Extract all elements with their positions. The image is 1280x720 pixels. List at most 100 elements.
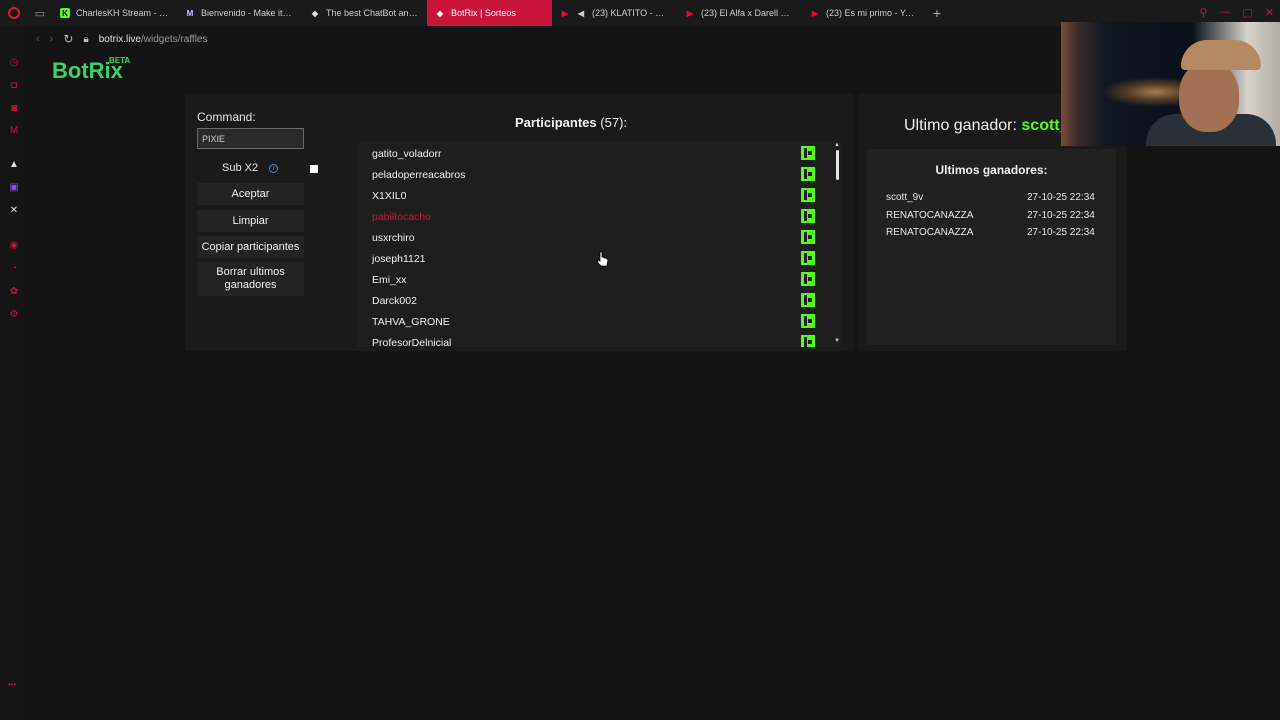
page-content: BotRix BETA Command: Sub X2 i Aceptar Li… <box>28 52 1280 720</box>
url-path: /widgets/raffles <box>140 33 208 45</box>
reload-icon[interactable]: ↻ <box>63 32 73 46</box>
participant-row[interactable]: X1XIL0 <box>372 185 827 206</box>
participants-list[interactable]: ▲ ▼ gatito_voladorr peladoperreacabros X1X… <box>357 142 841 347</box>
mouse-cursor-icon <box>597 251 609 267</box>
accept-button[interactable]: Aceptar <box>197 183 304 205</box>
messenger-icon[interactable]: ◙ <box>8 102 20 114</box>
browser-tab[interactable]: ▶ ◀ (23) KLATITO - VAMO... <box>552 0 677 26</box>
botrix-icon: ◆ <box>311 8 319 18</box>
scroll-up-icon[interactable]: ▲ <box>834 142 840 148</box>
youtube-icon: ▶ <box>686 8 694 18</box>
winner-name: RENATOCANAZZA <box>886 210 974 221</box>
participant-row[interactable]: pabiltocacho <box>372 206 827 227</box>
browser-tab-active[interactable]: ◆ BotRix | Sorteos <box>427 0 552 26</box>
url-host: botrix.live <box>98 33 141 45</box>
tab-label: (23) KLATITO - VAMO... <box>592 8 669 18</box>
recent-winners-box: Ultimos ganadores: scott_9v 27-10-25 22:… <box>867 149 1116 345</box>
delete-winners-label-2: ganadores <box>224 279 277 291</box>
x-icon[interactable]: ✕ <box>8 204 20 216</box>
participant-row[interactable]: Darck002 <box>372 290 827 311</box>
shopping-icon[interactable]: ◘ <box>8 79 20 91</box>
browser-tab[interactable]: ◆ The best ChatBot and W... <box>302 0 427 26</box>
delete-winners-button[interactable]: Borrar ultimos ganadores <box>197 262 304 296</box>
scroll-down-icon[interactable]: ▼ <box>834 338 840 344</box>
make-it-meme-icon: M <box>186 8 194 18</box>
webcam-person-face <box>1179 62 1239 132</box>
participant-name: ProfesorDelnicial <box>372 337 452 347</box>
sub-x2-label: Sub X2 <box>222 162 259 174</box>
kick-icon <box>801 167 815 181</box>
kick-icon <box>801 251 815 265</box>
participant-row[interactable]: TAHVA_GRONE <box>372 311 827 332</box>
mail-icon[interactable]: M <box>8 124 20 136</box>
info-icon[interactable]: i <box>269 164 278 173</box>
url-field[interactable]: botrix.live/widgets/raffles <box>99 34 208 45</box>
winner-name: RENATOCANAZZA <box>886 227 974 238</box>
participants-count: (57): <box>600 115 628 130</box>
clear-button[interactable]: Limpiar <box>197 210 304 232</box>
maximize-icon[interactable]: ▢ <box>1242 6 1252 19</box>
last-winner-label: Ultimo ganador: <box>904 117 1017 134</box>
participant-name: peladoperreacabros <box>372 169 466 181</box>
tab-switcher-icon[interactable]: ▭ <box>28 0 52 26</box>
list-scrollbar[interactable]: ▲ ▼ <box>833 142 841 347</box>
tab-label: (23) Es mi primo - YouTub... <box>826 8 919 18</box>
twitch-icon[interactable]: ▣ <box>8 181 20 193</box>
tab-label: CharlesKH Stream - Kick <box>76 8 169 18</box>
minimize-icon[interactable]: — <box>1219 6 1230 19</box>
participant-name: joseph1121 <box>372 253 426 265</box>
command-input[interactable] <box>197 128 304 149</box>
search-icon[interactable]: ⚲ <box>1199 6 1207 19</box>
participant-name: Darck002 <box>372 295 417 307</box>
participant-row[interactable]: ProfesorDelnicial <box>372 332 827 347</box>
browser-sidebar: ◷ ◘ ◙ M ▲ ▣ ✕ ◉ ◔ ✿ ⚙ <box>0 26 28 720</box>
browser-tab[interactable]: ▶ (23) El Alfa x Darell x Nor... <box>677 0 802 26</box>
tab-label: Bienvenido - Make it Meme <box>201 8 294 18</box>
copy-participants-button[interactable]: Copiar participantes <box>197 236 304 258</box>
raffle-panel: Command: Sub X2 i Aceptar Limpiar Copiar… <box>185 94 853 351</box>
speed-dial-icon[interactable]: ◷ <box>8 56 20 68</box>
winner-date: 27-10-25 22:34 <box>1027 192 1095 203</box>
winner-name: scott_9v <box>886 192 924 203</box>
new-tab-icon[interactable]: + <box>927 5 947 21</box>
history-icon[interactable]: ◔ <box>8 262 20 274</box>
webcam-overlay <box>1061 22 1280 146</box>
sub-x2-checkbox[interactable] <box>310 165 318 173</box>
browser-tab[interactable]: ▶ (23) Es mi primo - YouTub... <box>802 0 927 26</box>
participant-row[interactable]: peladoperreacabros <box>372 164 827 185</box>
recent-winners-title: Ultimos ganadores: <box>935 163 1048 177</box>
participant-name: pabiltocacho <box>372 211 431 223</box>
beta-badge: BETA <box>109 56 131 65</box>
player-icon[interactable]: ◉ <box>8 239 20 251</box>
sub-x2-row: Sub X2 i <box>197 162 318 176</box>
participant-row[interactable]: Emi_xx <box>372 269 827 290</box>
close-icon[interactable]: ✕ <box>1265 6 1274 19</box>
tab-label: The best ChatBot and W... <box>326 8 419 18</box>
kick-icon <box>801 335 815 347</box>
kick-icon <box>801 146 815 160</box>
forward-icon[interactable]: › <box>50 33 54 45</box>
winner-date: 27-10-25 22:34 <box>1027 227 1095 238</box>
botrix-icon: ◆ <box>436 8 444 18</box>
browser-tab[interactable]: K CharlesKH Stream - Kick <box>52 0 177 26</box>
extensions-icon[interactable]: ✿ <box>8 285 20 297</box>
browser-tab[interactable]: M Bienvenido - Make it Meme <box>177 0 302 26</box>
back-icon[interactable]: ‹ <box>36 33 40 45</box>
participant-row[interactable]: gatito_voladorr <box>372 143 827 164</box>
command-label: Command: <box>197 110 256 124</box>
window-controls: ⚲ — ▢ ✕ <box>1199 6 1274 19</box>
opera-menu-icon[interactable] <box>0 0 28 26</box>
kick-icon <box>801 314 815 328</box>
youtube-icon: ▶ <box>811 8 819 18</box>
aria-icon[interactable]: ▲ <box>8 158 20 170</box>
tab-label: (23) El Alfa x Darell x Nor... <box>701 8 794 18</box>
scroll-thumb[interactable] <box>836 150 839 180</box>
participant-name: gatito_voladorr <box>372 148 442 160</box>
lock-icon[interactable]: 🔒︎ <box>83 34 88 45</box>
kick-icon: K <box>60 8 70 18</box>
participant-name: TAHVA_GRONE <box>372 316 450 328</box>
settings-icon[interactable]: ⚙ <box>8 308 20 320</box>
participant-row[interactable]: usxrchiro <box>372 227 827 248</box>
speaker-icon[interactable]: ◀ <box>576 8 586 18</box>
sidebar-more-icon[interactable]: ••• <box>8 680 16 689</box>
